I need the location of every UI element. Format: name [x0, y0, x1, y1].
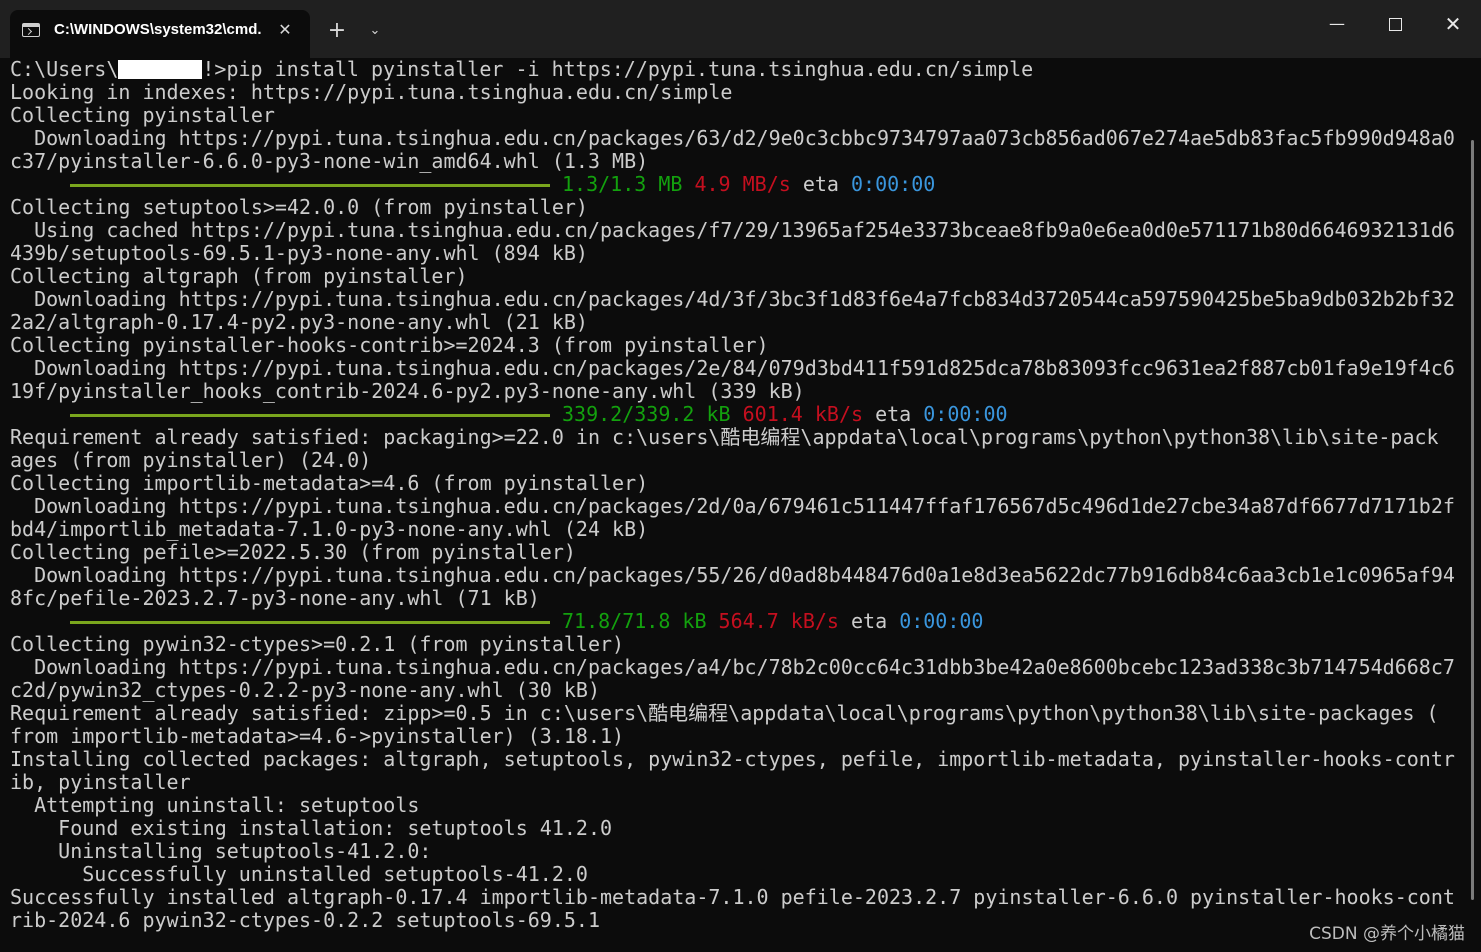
output-line: c2d/pywin32_ctypes-0.2.2-py3-none-any.wh… [10, 679, 601, 702]
progress-eta-label: eta [875, 403, 912, 426]
progress-eta: 0:00:00 [899, 610, 984, 633]
minimize-button[interactable]: — [1311, 4, 1363, 44]
prompt-prefix: C:\Users\ [10, 58, 119, 81]
progress-size: 71.8/71.8 kB [562, 610, 707, 633]
new-tab-button[interactable]: + [323, 18, 351, 44]
progress-bar [70, 414, 550, 417]
output-line: ib, pyinstaller [10, 771, 191, 794]
output-line: Collecting setuptools>=42.0.0 (from pyin… [10, 196, 588, 219]
terminal-icon [22, 23, 40, 37]
progress-line: 1.3/1.3 MB 4.9 MB/s eta 0:00:00 [10, 173, 1470, 196]
chevron-down-icon[interactable]: ⌄ [361, 18, 389, 44]
close-tab-icon[interactable]: ✕ [274, 19, 296, 41]
output-line: 8fc/pefile-2023.2.7-py3-none-any.whl (71… [10, 587, 540, 610]
output-line: Downloading https://pypi.tuna.tsinghua.e… [10, 656, 1455, 679]
output-line: Requirement already satisfied: packaging… [10, 426, 1439, 449]
output-line: 2a2/altgraph-0.17.4-py2.py3-none-any.whl… [10, 311, 588, 334]
progress-speed: 601.4 kB/s [742, 403, 864, 426]
output-line: Downloading https://pypi.tuna.tsinghua.e… [10, 495, 1455, 518]
tab-cmd[interactable]: C:\WINDOWS\system32\cmd. ✕ [10, 10, 310, 58]
tab-title: C:\WINDOWS\system32\cmd. [54, 21, 262, 38]
output-line: Collecting altgraph (from pyinstaller) [10, 265, 468, 288]
output-line: Requirement already satisfied: zipp>=0.5… [10, 702, 1439, 725]
redacted-username [118, 60, 203, 79]
output-line: Downloading https://pypi.tuna.tsinghua.e… [10, 288, 1455, 311]
output-line: Collecting importlib-metadata>=4.6 (from… [10, 472, 649, 495]
output-line: Uninstalling setuptools-41.2.0: [10, 840, 432, 863]
maximize-icon [1388, 18, 1402, 31]
terminal-output[interactable]: C:\Users\ !>pip install pyinstaller -i ht… [10, 58, 1470, 952]
output-line: Collecting pyinstaller [10, 104, 275, 127]
output-line: Downloading https://pypi.tuna.tsinghua.e… [10, 127, 1455, 150]
progress-speed: 4.9 MB/s [694, 173, 791, 196]
maximize-button[interactable] [1369, 4, 1421, 44]
output-line: Found existing installation: setuptools … [10, 817, 613, 840]
close-window-button[interactable]: ✕ [1427, 4, 1479, 44]
output-line: from importlib-metadata>=4.6->pyinstalle… [10, 725, 625, 748]
progress-speed: 564.7 kB/s [718, 610, 839, 633]
output-line: 19f/pyinstaller_hooks_contrib-2024.6-py2… [10, 380, 805, 403]
progress-bar [70, 621, 550, 624]
vertical-scrollbar[interactable] [1471, 140, 1474, 900]
progress-size: 1.3/1.3 MB [562, 173, 683, 196]
output-line: ages (from pyinstaller) (24.0) [10, 449, 372, 472]
output-line: Collecting pywin32-ctypes>=0.2.1 (from p… [10, 633, 625, 656]
output-line: Collecting pyinstaller-hooks-contrib>=20… [10, 334, 769, 357]
output-line: Looking in indexes: https://pypi.tuna.ts… [10, 81, 733, 104]
progress-eta-label: eta [851, 610, 888, 633]
title-bar: C:\WINDOWS\system32\cmd. ✕ + ⌄ — ✕ [0, 0, 1481, 58]
output-line: c37/pyinstaller-6.6.0-py3-none-win_amd64… [10, 150, 649, 173]
output-line: Installing collected packages: altgraph,… [10, 748, 1455, 771]
output-line: Downloading https://pypi.tuna.tsinghua.e… [10, 357, 1455, 380]
output-line: Successfully installed altgraph-0.17.4 i… [10, 886, 1455, 909]
output-line: Using cached https://pypi.tuna.tsinghua.… [10, 219, 1455, 242]
progress-eta-label: eta [802, 173, 839, 196]
output-line: 439b/setuptools-69.5.1-py3-none-any.whl … [10, 242, 588, 265]
output-line: Attempting uninstall: setuptools [10, 794, 420, 817]
progress-eta: 0:00:00 [851, 173, 936, 196]
output-line: Successfully uninstalled setuptools-41.2… [10, 863, 588, 886]
prompt-line: C:\Users\ !>pip install pyinstaller -i ht… [10, 58, 1470, 81]
watermark: CSDN @养个小橘猫 [1309, 924, 1465, 944]
progress-line: 71.8/71.8 kB 564.7 kB/s eta 0:00:00 [10, 610, 1470, 633]
progress-size: 339.2/339.2 kB [562, 403, 731, 426]
progress-line: 339.2/339.2 kB 601.4 kB/s eta 0:00:00 [10, 403, 1470, 426]
output-line: Collecting pefile>=2022.5.30 (from pyins… [10, 541, 576, 564]
output-line: bd4/importlib_metadata-7.1.0-py3-none-an… [10, 518, 649, 541]
output-line: rib-2024.6 pywin32-ctypes-0.2.2 setuptoo… [10, 909, 601, 932]
output-line: Downloading https://pypi.tuna.tsinghua.e… [10, 564, 1455, 587]
progress-eta: 0:00:00 [923, 403, 1008, 426]
command-text: !>pip install pyinstaller -i https://pyp… [202, 58, 1034, 81]
progress-bar [70, 184, 550, 187]
